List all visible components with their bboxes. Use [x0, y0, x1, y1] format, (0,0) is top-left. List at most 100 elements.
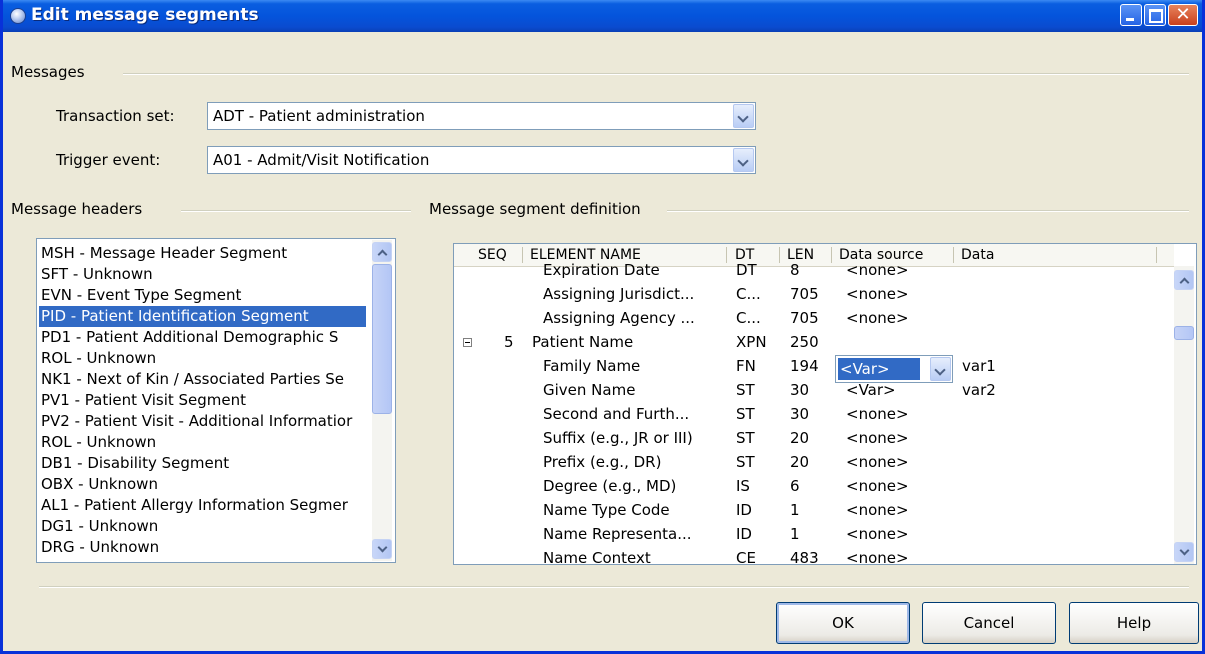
table-row[interactable]: Expiration Date DT 8 <none>	[454, 258, 1174, 282]
headers-scrollbar[interactable]	[372, 240, 392, 561]
list-item[interactable]: EVN - Event Type Segment	[39, 285, 366, 306]
transaction-set-combo[interactable]: ADT - Patient administration	[207, 102, 756, 130]
row-element-name: Assigning Jurisdict...	[543, 285, 695, 303]
row-len: 6	[790, 477, 800, 495]
row-len: 20	[790, 429, 810, 447]
trigger-event-value: A01 - Admit/Visit Notification	[213, 151, 430, 169]
row-dt: C...	[736, 309, 761, 327]
row-len: 30	[790, 381, 810, 399]
close-button[interactable]: ✕	[1168, 4, 1198, 26]
table-row[interactable]: Name Type Code ID 1 <none>	[454, 498, 1174, 522]
segment-definition-grid[interactable]: SEQ ELEMENT NAME DT LEN Data source Data…	[453, 243, 1197, 565]
grid-scrollbar[interactable]	[1174, 266, 1194, 564]
chevron-down-icon[interactable]	[733, 148, 754, 172]
window-title: Edit message segments	[31, 5, 259, 25]
scroll-down-icon[interactable]	[1174, 542, 1194, 562]
row-data-source: <none>	[846, 477, 909, 495]
scroll-down-icon[interactable]	[372, 539, 392, 559]
transaction-set-label: Transaction set:	[56, 107, 175, 125]
row-dt: C...	[736, 285, 761, 303]
ok-button[interactable]: OK	[776, 602, 910, 644]
table-row[interactable]: Name Context CE 483 <none>	[454, 546, 1174, 565]
scroll-up-icon[interactable]	[372, 242, 392, 262]
table-row[interactable]: Assigning Agency ... C... 705 <none>	[454, 306, 1174, 330]
list-item[interactable]: DB1 - Disability Segment	[39, 453, 366, 474]
list-item[interactable]: DG1 - Unknown	[39, 516, 366, 537]
help-button[interactable]: Help	[1069, 602, 1199, 644]
row-dt: ST	[736, 429, 755, 447]
row-element-name: Second and Furth...	[543, 405, 690, 423]
table-row[interactable]: Given Name ST 30 <Var> var2	[454, 378, 1174, 402]
row-element-name: Suffix (e.g., JR or III)	[543, 429, 693, 447]
list-item[interactable]: PID - Patient Identification Segment	[39, 306, 366, 327]
messages-group-line	[123, 73, 1189, 75]
minimize-button[interactable]	[1120, 4, 1142, 26]
list-item[interactable]: SFT - Unknown	[39, 264, 366, 285]
trigger-event-combo[interactable]: A01 - Admit/Visit Notification	[207, 146, 756, 174]
row-len: 194	[790, 357, 819, 375]
row-element-name: Given Name	[543, 381, 636, 399]
row-dt: ST	[736, 381, 755, 399]
row-len: 1	[790, 501, 800, 519]
row-dt: XPN	[736, 333, 767, 351]
list-item[interactable]: MSH - Message Header Segment	[39, 243, 366, 264]
row-element-name: Name Type Code	[543, 501, 670, 519]
app-icon	[10, 8, 26, 24]
close-icon: ✕	[1175, 4, 1191, 25]
chevron-down-icon[interactable]	[733, 104, 754, 128]
row-element-name: Patient Name	[532, 333, 634, 351]
list-item[interactable]: ROL - Unknown	[39, 432, 366, 453]
cancel-button[interactable]: Cancel	[922, 602, 1056, 644]
table-row[interactable]: Name Representa... ID 1 <none>	[454, 522, 1174, 546]
data-source-editor-value[interactable]: <Var>	[838, 358, 920, 380]
definition-group-label: Message segment definition	[429, 200, 647, 218]
row-len: 483	[790, 549, 819, 565]
table-row[interactable]: Prefix (e.g., DR) ST 20 <none>	[454, 450, 1174, 474]
row-data-source: <none>	[846, 405, 909, 423]
table-row[interactable]: Second and Furth... ST 30 <none>	[454, 402, 1174, 426]
list-item[interactable]: PV2 - Patient Visit - Additional Informa…	[39, 411, 366, 432]
row-data-source: <none>	[846, 429, 909, 447]
row-element-name: Degree (e.g., MD)	[543, 477, 677, 495]
table-row[interactable]: 5 Patient Name XPN 250	[454, 330, 1174, 354]
collapse-icon[interactable]	[463, 338, 472, 347]
scroll-up-icon[interactable]	[1174, 270, 1194, 290]
table-row[interactable]: Assigning Jurisdict... C... 705 <none>	[454, 282, 1174, 306]
list-item[interactable]: ROL - Unknown	[39, 348, 366, 369]
list-item[interactable]: DRG - Unknown	[39, 537, 366, 558]
edit-message-segments-dialog: Edit message segments ✕ Messages Transac…	[0, 0, 1205, 654]
table-row[interactable]: Suffix (e.g., JR or III) ST 20 <none>	[454, 426, 1174, 450]
data-source-editor[interactable]: <Var>	[835, 355, 953, 383]
list-item[interactable]: AL1 - Patient Allergy Information Segmer	[39, 495, 366, 516]
list-item[interactable]: NK1 - Next of Kin / Associated Parties S…	[39, 369, 366, 390]
list-item[interactable]: PV1 - Patient Visit Segment	[39, 390, 366, 411]
row-element-name: Expiration Date	[543, 261, 660, 279]
row-len: 705	[790, 309, 819, 327]
row-dt: ID	[736, 525, 752, 543]
scroll-thumb[interactable]	[372, 264, 392, 414]
row-dt: IS	[736, 477, 750, 495]
row-len: 705	[790, 285, 819, 303]
table-row[interactable]: Family Name FN 194 var1	[454, 354, 1174, 378]
row-dt: ID	[736, 501, 752, 519]
row-data-source: <none>	[846, 501, 909, 519]
message-headers-list[interactable]: MSH - Message Header Segment SFT - Unknow…	[36, 238, 396, 563]
chevron-down-icon[interactable]	[930, 357, 951, 381]
table-row[interactable]: Degree (e.g., MD) IS 6 <none>	[454, 474, 1174, 498]
scroll-thumb[interactable]	[1174, 326, 1194, 340]
row-dt: DT	[736, 261, 757, 279]
maximize-button[interactable]	[1144, 4, 1166, 26]
list-item[interactable]: PD1 - Patient Additional Demographic S	[39, 327, 366, 348]
row-element-name: Prefix (e.g., DR)	[543, 453, 662, 471]
list-item[interactable]: OBX - Unknown	[39, 474, 366, 495]
trigger-event-label: Trigger event:	[56, 151, 161, 169]
row-dt: FN	[736, 357, 756, 375]
row-dt: ST	[736, 405, 755, 423]
row-data-source: <none>	[846, 285, 909, 303]
title-bar[interactable]: Edit message segments ✕	[3, 0, 1202, 32]
headers-group-label: Message headers	[11, 200, 149, 218]
row-len: 8	[790, 261, 800, 279]
row-data: var2	[962, 381, 996, 399]
row-data-source: <none>	[846, 525, 909, 543]
row-dt: ST	[736, 453, 755, 471]
